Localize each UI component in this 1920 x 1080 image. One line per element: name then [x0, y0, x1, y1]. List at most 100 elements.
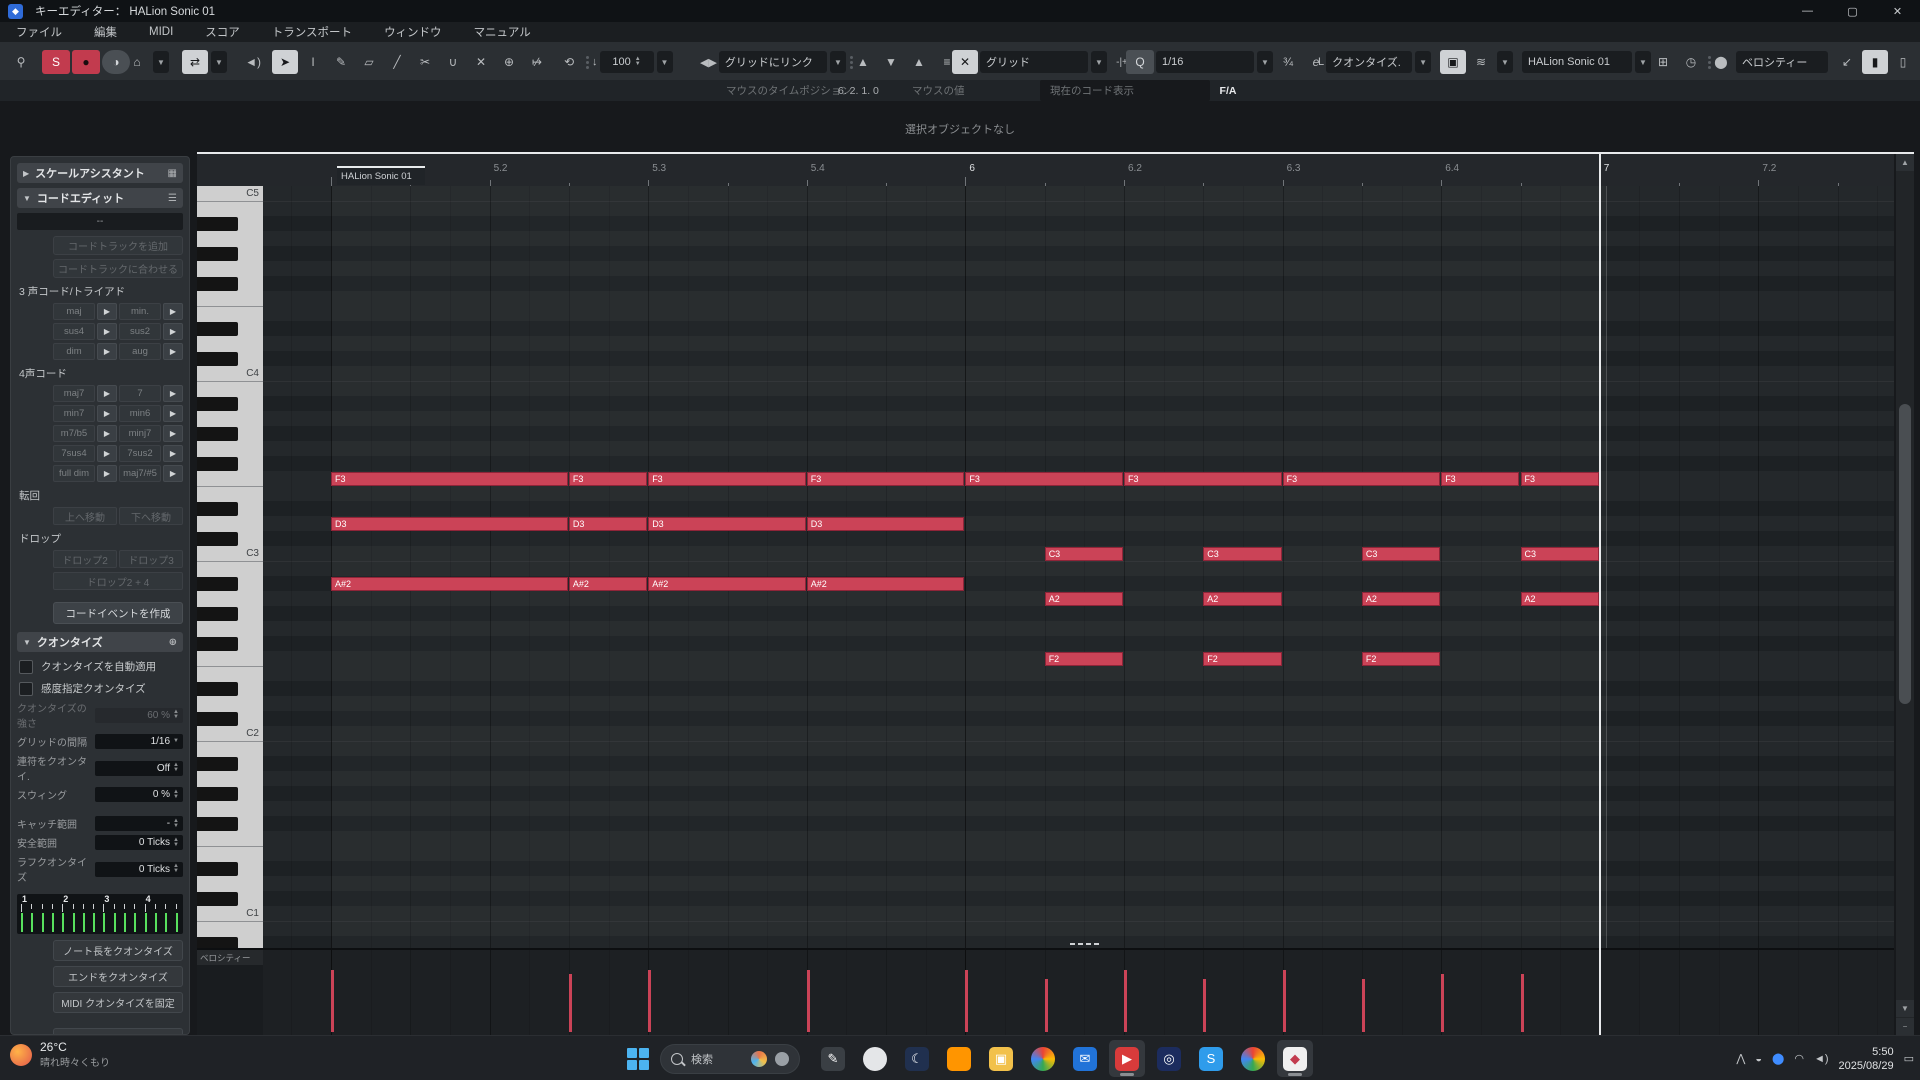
triad-button-sus4[interactable]: sus4: [53, 323, 95, 340]
minimize-button[interactable]: —: [1785, 0, 1830, 22]
midi-note[interactable]: F3: [1521, 472, 1599, 486]
taskbar-app-pen-app[interactable]: ✎: [815, 1040, 851, 1077]
seventh-button-7sus2[interactable]: 7sus2: [119, 445, 161, 462]
midi-note[interactable]: D3: [648, 517, 806, 531]
step-input-button[interactable]: ⊞: [1650, 50, 1676, 74]
create-chord-event-button[interactable]: コードイベントを作成: [53, 602, 183, 624]
seventh-button-minj7[interactable]: minj7: [119, 425, 161, 442]
nudge-start-right-button[interactable]: ▼: [878, 50, 904, 74]
midi-note[interactable]: D3: [807, 517, 965, 531]
black-key[interactable]: [197, 787, 238, 801]
midi-note[interactable]: A2: [1203, 592, 1281, 606]
quantize-action-button[interactable]: エンドをクオンタイズ: [53, 966, 183, 987]
track-select-dropdown[interactable]: ▼: [1635, 51, 1651, 73]
quantize-preset-dropdown[interactable]: ▼: [1257, 51, 1273, 73]
wifi-icon[interactable]: ◠: [1794, 1052, 1804, 1065]
drop-button[interactable]: ドロップ2: [53, 550, 117, 568]
acoustic-feedback-button[interactable]: ●: [72, 50, 100, 74]
menu-item-ウィンドウ[interactable]: ウィンドウ: [368, 24, 458, 40]
draw-tool[interactable]: ✎: [328, 50, 354, 74]
triad-button-sus2[interactable]: sus2: [119, 323, 161, 340]
black-key[interactable]: [197, 607, 238, 621]
quantize-action-button[interactable]: MIDI クオンタイズを固定: [53, 992, 183, 1013]
timeline-ruler[interactable]: 5.25.35.466.26.36.477.2: [197, 154, 1894, 186]
triad-button-maj[interactable]: maj: [53, 303, 95, 320]
part-list-dropdown[interactable]: ▼: [1497, 51, 1513, 73]
volume-icon[interactable]: ◄): [1814, 1053, 1829, 1065]
triplet-icon[interactable]: ¾: [1275, 50, 1301, 74]
triad-variant-arrow[interactable]: ▶: [163, 303, 183, 320]
seventh-button-min6[interactable]: min6: [119, 405, 161, 422]
split-tool[interactable]: ✂: [412, 50, 438, 74]
velocity-stem[interactable]: [965, 970, 968, 1032]
seventh-button-maj7[interactable]: maj7: [53, 385, 95, 402]
midi-note[interactable]: F3: [331, 472, 568, 486]
nudge-up-button[interactable]: ▲: [906, 50, 932, 74]
seventh-variant-arrow[interactable]: ▶: [163, 405, 183, 422]
velocity-stem[interactable]: [1203, 979, 1206, 1032]
seventh-variant-arrow[interactable]: ▶: [97, 405, 117, 422]
velocity-stem[interactable]: [1441, 974, 1444, 1032]
erase-tool[interactable]: ▱: [356, 50, 382, 74]
open-in-lower-zone-button[interactable]: ↙: [1834, 50, 1860, 74]
velocity-stem[interactable]: [648, 970, 651, 1032]
midi-note[interactable]: F3: [1283, 472, 1441, 486]
seventh-button-full dim[interactable]: full dim: [53, 465, 95, 482]
taskbar-app-skype[interactable]: S: [1193, 1040, 1229, 1077]
quantize-action-button[interactable]: クオンタイズをリセット: [53, 1028, 183, 1035]
tray-chevron-up-icon[interactable]: ⋀: [1736, 1052, 1745, 1065]
auto-apply-checkbox[interactable]: [19, 660, 33, 674]
black-key[interactable]: [197, 352, 238, 366]
preset-icon[interactable]: ⌂: [124, 50, 150, 74]
triad-button-dim[interactable]: dim: [53, 343, 95, 360]
seventh-variant-arrow[interactable]: ▶: [97, 385, 117, 402]
insert-velocity-field[interactable]: 100 ▲▼: [600, 51, 654, 73]
black-key[interactable]: [197, 817, 238, 831]
notification-center-icon[interactable]: ▭: [1904, 1052, 1914, 1065]
scrollbar-thumb[interactable]: [1899, 404, 1911, 704]
loop-icon[interactable]: ⟲: [556, 50, 582, 74]
midi-note[interactable]: F2: [1203, 652, 1281, 666]
glue-tool[interactable]: ∪: [440, 50, 466, 74]
value-field[interactable]: 0 %▲▼: [95, 787, 183, 802]
taskbar-clock[interactable]: 5:50 2025/08/29: [1839, 1045, 1894, 1073]
inversion-button[interactable]: 上へ移動: [53, 507, 117, 525]
lane-divider-handle[interactable]: [1070, 943, 1099, 945]
seventh-button-maj7/#5[interactable]: maj7/#5: [119, 465, 161, 482]
edit-active-part-button[interactable]: ≋: [1468, 50, 1494, 74]
velocity-stem[interactable]: [1362, 979, 1365, 1032]
note-grid[interactable]: F3F3F3F3F3F3F3F3F3D3D3D3D3A#2A#2A#2A#2C3…: [263, 186, 1894, 948]
taskbar-app-explorer[interactable]: ▣: [983, 1040, 1019, 1077]
playhead-cursor[interactable]: [1599, 154, 1601, 1035]
black-key[interactable]: [197, 322, 238, 336]
seventh-variant-arrow[interactable]: ▶: [163, 445, 183, 462]
nudge-start-left-button[interactable]: ▲: [850, 50, 876, 74]
event-colors-select[interactable]: ベロシティー: [1736, 51, 1828, 73]
seventh-variant-arrow[interactable]: ▶: [97, 425, 117, 442]
velocity-stem[interactable]: [807, 970, 810, 1032]
black-key[interactable]: [197, 427, 238, 441]
black-key[interactable]: [197, 862, 238, 876]
menu-item-MIDI[interactable]: MIDI: [133, 26, 189, 38]
solo-button[interactable]: S: [42, 50, 70, 74]
piano-keyboard[interactable]: C5C4C3C2C1: [197, 186, 263, 948]
independent-loop-button[interactable]: ⇄: [182, 50, 208, 74]
taskbar-app-chrome[interactable]: [1025, 1040, 1061, 1077]
velocity-stem[interactable]: [331, 970, 334, 1032]
midi-note[interactable]: A#2: [331, 577, 568, 591]
black-key[interactable]: [197, 682, 238, 696]
black-key[interactable]: [197, 532, 238, 546]
midi-note[interactable]: D3: [569, 517, 647, 531]
seventh-variant-arrow[interactable]: ▶: [163, 425, 183, 442]
start-button[interactable]: [625, 1046, 651, 1072]
velocity-lane[interactable]: [263, 950, 1894, 1035]
section-scale-assistant[interactable]: ▶ スケールアシスタント ▦: [17, 163, 183, 183]
triad-variant-arrow[interactable]: ▶: [163, 343, 183, 360]
scroll-down-arrow[interactable]: ▼: [1896, 1000, 1914, 1017]
zoom-tool[interactable]: ⊕: [496, 50, 522, 74]
range-tool[interactable]: I: [300, 50, 326, 74]
add-chord-track-button[interactable]: コードトラックを追加: [53, 236, 183, 255]
snap-type-select[interactable]: グリッド: [980, 51, 1088, 73]
midi-note[interactable]: C3: [1203, 547, 1281, 561]
track-select[interactable]: HALion Sonic 01: [1522, 51, 1632, 73]
